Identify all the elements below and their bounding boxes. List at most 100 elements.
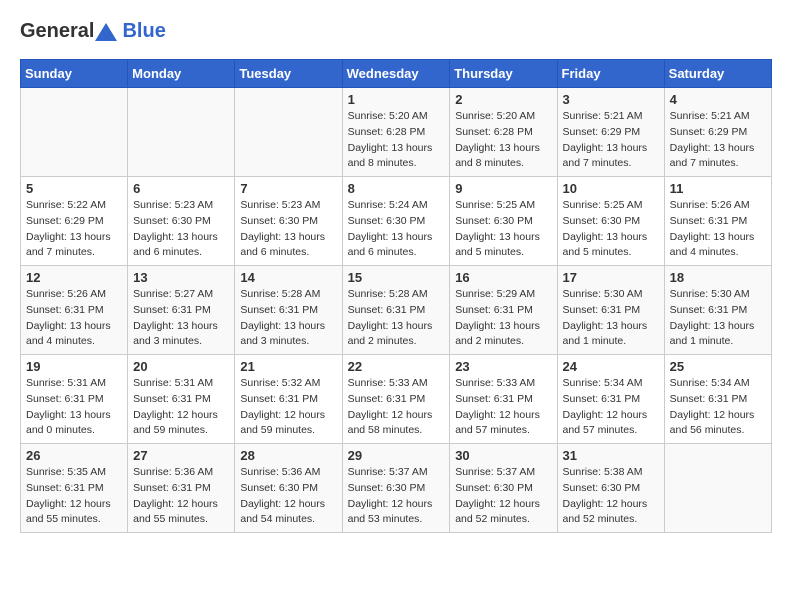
weekday-header-friday: Friday xyxy=(557,60,664,88)
calendar-cell: 10 Sunrise: 5:25 AMSunset: 6:30 PMDayligh… xyxy=(557,177,664,266)
day-info: Sunrise: 5:33 AMSunset: 6:31 PMDaylight:… xyxy=(455,376,551,439)
day-info: Sunrise: 5:33 AMSunset: 6:31 PMDaylight:… xyxy=(348,376,445,439)
day-info: Sunrise: 5:37 AMSunset: 6:30 PMDaylight:… xyxy=(455,465,551,528)
day-number: 3 xyxy=(563,92,659,107)
day-info: Sunrise: 5:34 AMSunset: 6:31 PMDaylight:… xyxy=(563,376,659,439)
weekday-header-sunday: Sunday xyxy=(21,60,128,88)
weekday-header-monday: Monday xyxy=(128,60,235,88)
calendar-cell: 28 Sunrise: 5:36 AMSunset: 6:30 PMDayligh… xyxy=(235,444,342,533)
calendar-cell: 18Sunrise: 5:30 AMSunset: 6:31 PMDayligh… xyxy=(664,266,771,355)
calendar-cell: 17Sunrise: 5:30 AMSunset: 6:31 PMDayligh… xyxy=(557,266,664,355)
calendar-cell: 7 Sunrise: 5:23 AMSunset: 6:30 PMDaylight… xyxy=(235,177,342,266)
calendar-cell: 21 Sunrise: 5:32 AMSunset: 6:31 PMDayligh… xyxy=(235,355,342,444)
week-row-1: 1 Sunrise: 5:20 AMSunset: 6:28 PMDaylight… xyxy=(21,88,772,177)
day-number: 10 xyxy=(563,181,659,196)
day-number: 15 xyxy=(348,270,445,285)
calendar-cell xyxy=(21,88,128,177)
day-number: 20 xyxy=(133,359,229,374)
day-number: 29 xyxy=(348,448,445,463)
calendar-cell: 9 Sunrise: 5:25 AMSunset: 6:30 PMDaylight… xyxy=(450,177,557,266)
logo-icon xyxy=(95,23,117,41)
day-info: Sunrise: 5:32 AMSunset: 6:31 PMDaylight:… xyxy=(240,376,336,439)
day-info: Sunrise: 5:29 AMSunset: 6:31 PMDaylight:… xyxy=(455,287,551,350)
day-info: Sunrise: 5:23 AMSunset: 6:30 PMDaylight:… xyxy=(240,198,336,261)
day-number: 7 xyxy=(240,181,336,196)
day-info: Sunrise: 5:20 AMSunset: 6:28 PMDaylight:… xyxy=(348,109,445,172)
weekday-header-wednesday: Wednesday xyxy=(342,60,450,88)
week-row-5: 26 Sunrise: 5:35 AMSunset: 6:31 PMDayligh… xyxy=(21,444,772,533)
logo-blue-text: Blue xyxy=(122,20,165,42)
day-number: 31 xyxy=(563,448,659,463)
day-number: 21 xyxy=(240,359,336,374)
calendar-cell: 27 Sunrise: 5:36 AMSunset: 6:31 PMDayligh… xyxy=(128,444,235,533)
calendar-cell: 6 Sunrise: 5:23 AMSunset: 6:30 PMDaylight… xyxy=(128,177,235,266)
day-info: Sunrise: 5:34 AMSunset: 6:31 PMDaylight:… xyxy=(670,376,766,439)
day-info: Sunrise: 5:26 AMSunset: 6:31 PMDaylight:… xyxy=(26,287,122,350)
calendar-cell: 16 Sunrise: 5:29 AMSunset: 6:31 PMDayligh… xyxy=(450,266,557,355)
day-info: Sunrise: 5:31 AMSunset: 6:31 PMDaylight:… xyxy=(133,376,229,439)
calendar-cell: 31 Sunrise: 5:38 AMSunset: 6:30 PMDayligh… xyxy=(557,444,664,533)
day-info: Sunrise: 5:21 AMSunset: 6:29 PMDaylight:… xyxy=(563,109,659,172)
day-number: 12 xyxy=(26,270,122,285)
day-info: Sunrise: 5:23 AMSunset: 6:30 PMDaylight:… xyxy=(133,198,229,261)
day-info: Sunrise: 5:25 AMSunset: 6:30 PMDaylight:… xyxy=(455,198,551,261)
calendar-cell: 12 Sunrise: 5:26 AMSunset: 6:31 PMDayligh… xyxy=(21,266,128,355)
week-row-4: 19 Sunrise: 5:31 AMSunset: 6:31 PMDayligh… xyxy=(21,355,772,444)
day-info: Sunrise: 5:20 AMSunset: 6:28 PMDaylight:… xyxy=(455,109,551,172)
logo: General Blue xyxy=(20,20,166,43)
day-info: Sunrise: 5:22 AMSunset: 6:29 PMDaylight:… xyxy=(26,198,122,261)
calendar-cell: 20 Sunrise: 5:31 AMSunset: 6:31 PMDayligh… xyxy=(128,355,235,444)
day-number: 9 xyxy=(455,181,551,196)
calendar-cell: 8 Sunrise: 5:24 AMSunset: 6:30 PMDaylight… xyxy=(342,177,450,266)
day-info: Sunrise: 5:25 AMSunset: 6:30 PMDaylight:… xyxy=(563,198,659,261)
day-number: 26 xyxy=(26,448,122,463)
day-number: 23 xyxy=(455,359,551,374)
day-number: 1 xyxy=(348,92,445,107)
day-number: 27 xyxy=(133,448,229,463)
calendar-cell: 26 Sunrise: 5:35 AMSunset: 6:31 PMDayligh… xyxy=(21,444,128,533)
calendar-cell xyxy=(664,444,771,533)
day-info: Sunrise: 5:28 AMSunset: 6:31 PMDaylight:… xyxy=(348,287,445,350)
day-number: 11 xyxy=(670,181,766,196)
weekday-header-tuesday: Tuesday xyxy=(235,60,342,88)
week-row-3: 12 Sunrise: 5:26 AMSunset: 6:31 PMDayligh… xyxy=(21,266,772,355)
calendar-cell: 25 Sunrise: 5:34 AMSunset: 6:31 PMDayligh… xyxy=(664,355,771,444)
day-info: Sunrise: 5:28 AMSunset: 6:31 PMDaylight:… xyxy=(240,287,336,350)
calendar-cell xyxy=(235,88,342,177)
calendar-cell: 2 Sunrise: 5:20 AMSunset: 6:28 PMDaylight… xyxy=(450,88,557,177)
day-info: Sunrise: 5:35 AMSunset: 6:31 PMDaylight:… xyxy=(26,465,122,528)
calendar-cell: 22Sunrise: 5:33 AMSunset: 6:31 PMDayligh… xyxy=(342,355,450,444)
weekday-header-row: SundayMondayTuesdayWednesdayThursdayFrid… xyxy=(21,60,772,88)
calendar-cell: 29 Sunrise: 5:37 AMSunset: 6:30 PMDayligh… xyxy=(342,444,450,533)
calendar-cell: 30 Sunrise: 5:37 AMSunset: 6:30 PMDayligh… xyxy=(450,444,557,533)
day-number: 24 xyxy=(563,359,659,374)
calendar-cell: 1 Sunrise: 5:20 AMSunset: 6:28 PMDaylight… xyxy=(342,88,450,177)
day-info: Sunrise: 5:37 AMSunset: 6:30 PMDaylight:… xyxy=(348,465,445,528)
calendar-cell: 24 Sunrise: 5:34 AMSunset: 6:31 PMDayligh… xyxy=(557,355,664,444)
day-number: 16 xyxy=(455,270,551,285)
day-number: 13 xyxy=(133,270,229,285)
day-info: Sunrise: 5:36 AMSunset: 6:31 PMDaylight:… xyxy=(133,465,229,528)
day-info: Sunrise: 5:36 AMSunset: 6:30 PMDaylight:… xyxy=(240,465,336,528)
day-number: 4 xyxy=(670,92,766,107)
day-info: Sunrise: 5:24 AMSunset: 6:30 PMDaylight:… xyxy=(348,198,445,261)
day-number: 8 xyxy=(348,181,445,196)
calendar-cell: 4 Sunrise: 5:21 AMSunset: 6:29 PMDaylight… xyxy=(664,88,771,177)
weekday-header-saturday: Saturday xyxy=(664,60,771,88)
day-number: 19 xyxy=(26,359,122,374)
day-number: 18 xyxy=(670,270,766,285)
calendar-cell xyxy=(128,88,235,177)
day-number: 6 xyxy=(133,181,229,196)
day-number: 25 xyxy=(670,359,766,374)
day-number: 14 xyxy=(240,270,336,285)
calendar-cell: 3 Sunrise: 5:21 AMSunset: 6:29 PMDaylight… xyxy=(557,88,664,177)
header: General Blue xyxy=(20,20,772,43)
day-info: Sunrise: 5:26 AMSunset: 6:31 PMDaylight:… xyxy=(670,198,766,261)
day-info: Sunrise: 5:38 AMSunset: 6:30 PMDaylight:… xyxy=(563,465,659,528)
day-number: 28 xyxy=(240,448,336,463)
weekday-header-thursday: Thursday xyxy=(450,60,557,88)
day-number: 2 xyxy=(455,92,551,107)
day-number: 30 xyxy=(455,448,551,463)
day-info: Sunrise: 5:21 AMSunset: 6:29 PMDaylight:… xyxy=(670,109,766,172)
calendar-cell: 5Sunrise: 5:22 AMSunset: 6:29 PMDaylight… xyxy=(21,177,128,266)
